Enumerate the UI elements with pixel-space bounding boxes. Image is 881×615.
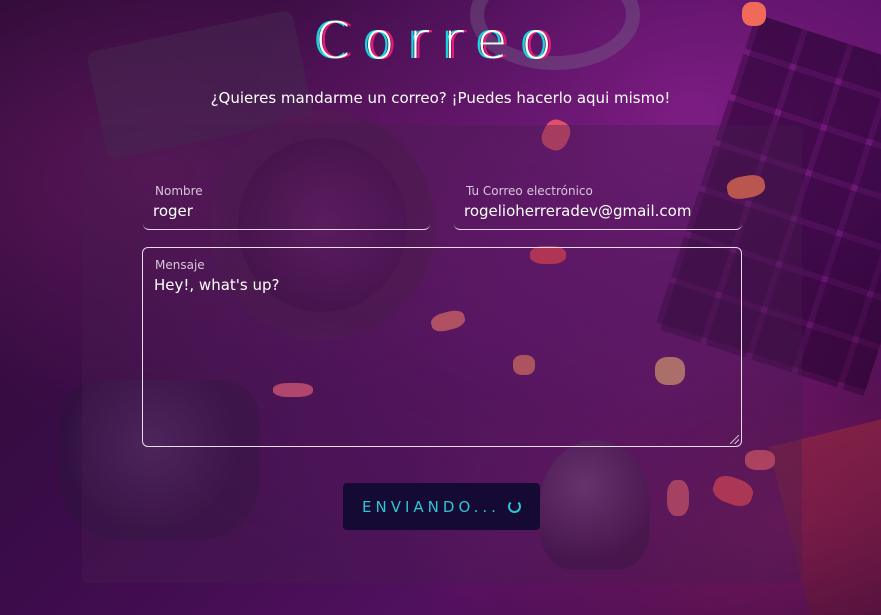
send-button[interactable]: ENVIANDO... — [343, 483, 540, 530]
email-field-label: Tu Correo electrónico — [466, 184, 593, 198]
send-button-label: ENVIANDO... — [362, 497, 500, 516]
name-field-value[interactable]: roger — [153, 202, 193, 220]
message-field-value[interactable]: Hey!, what's up? — [154, 276, 279, 294]
page-subtitle: ¿Quieres mandarme un correo? ¡Puedes hac… — [210, 89, 671, 107]
resize-handle-icon[interactable] — [730, 435, 739, 444]
email-field[interactable]: Tu Correo electrónico rogelioherreradev@… — [454, 178, 742, 230]
page-title: Correo — [315, 12, 566, 70]
email-field-value[interactable]: rogelioherreradev@gmail.com — [464, 202, 691, 220]
message-textarea[interactable]: Mensaje Hey!, what's up? — [142, 247, 742, 447]
loading-spinner-icon — [507, 500, 521, 513]
name-field-label: Nombre — [155, 184, 203, 198]
message-field-label: Mensaje — [155, 258, 205, 272]
name-field[interactable]: Nombre roger — [143, 178, 430, 230]
